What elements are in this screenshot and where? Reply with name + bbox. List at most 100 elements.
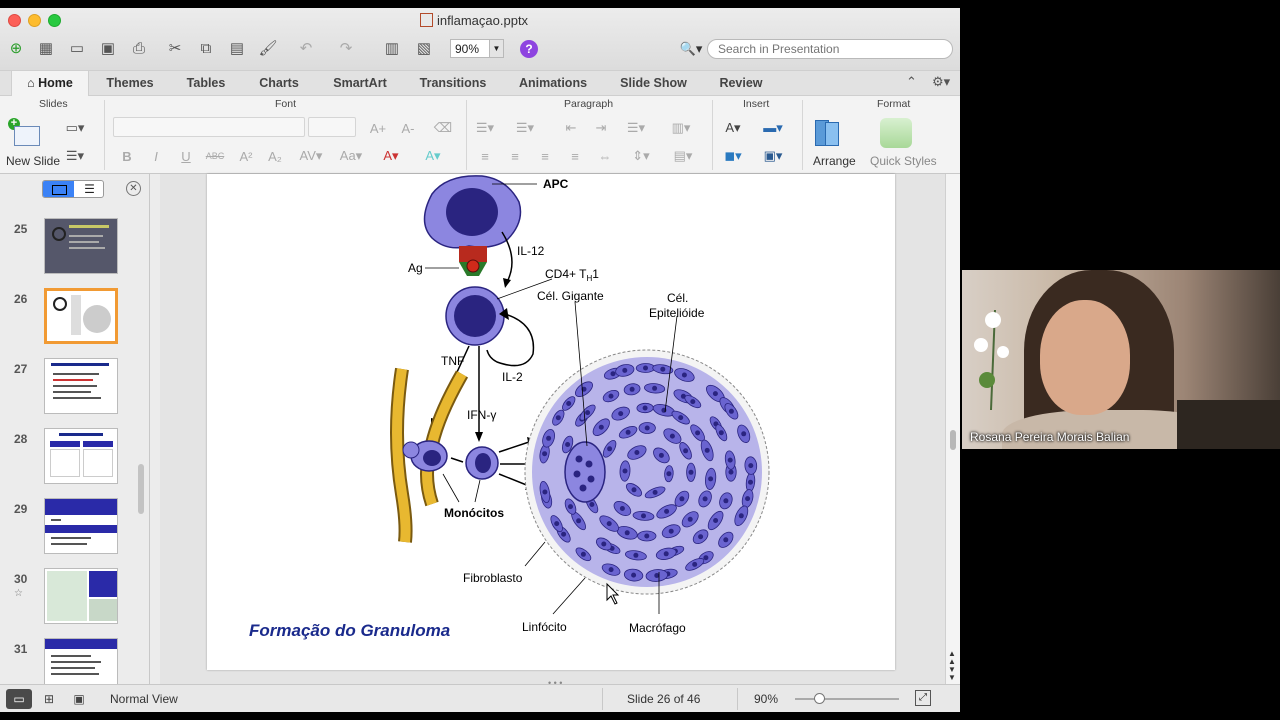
- normal-view-icon[interactable]: ▭: [6, 689, 32, 709]
- maximize-window-button[interactable]: [48, 14, 61, 27]
- thumbnails-scrollbar[interactable]: [138, 464, 144, 514]
- close-panel-icon[interactable]: ✕: [126, 181, 141, 196]
- tab-tables[interactable]: Tables: [175, 71, 237, 96]
- line-spacing-icon[interactable]: ☰▾: [625, 118, 647, 138]
- text-effects-icon[interactable]: A▾: [422, 146, 444, 166]
- columns-icon[interactable]: ▥▾: [670, 118, 692, 138]
- thumbnail-row[interactable]: 31: [0, 638, 149, 684]
- justify-icon[interactable]: ≡: [564, 146, 586, 166]
- thumbnail-row[interactable]: 26: [0, 288, 149, 348]
- zoom-select[interactable]: 90% ▼: [450, 39, 504, 58]
- align-text-icon[interactable]: ▤▾: [672, 146, 694, 166]
- vertical-scrollbar[interactable]: ▲ ▲ ▼ ▼: [945, 174, 960, 684]
- italic-icon[interactable]: I: [145, 146, 167, 166]
- slide-sorter-icon[interactable]: ⊞: [36, 689, 62, 709]
- bold-icon[interactable]: B: [116, 146, 138, 166]
- slides-view-icon[interactable]: [43, 181, 74, 197]
- slide-thumbnail[interactable]: [44, 428, 118, 484]
- tab-review[interactable]: Review: [708, 71, 774, 96]
- slide-thumbnail[interactable]: [44, 218, 118, 274]
- templates-icon[interactable]: ▦: [35, 38, 57, 58]
- cut-icon[interactable]: ✂: [164, 38, 186, 58]
- fit-to-window-icon[interactable]: ⤢: [915, 690, 931, 706]
- decrease-indent-icon[interactable]: ⇤: [560, 118, 582, 138]
- slide-thumbnail[interactable]: [44, 358, 118, 414]
- new-presentation-icon[interactable]: ⊕: [5, 38, 27, 58]
- numbering-icon[interactable]: ☰▾: [514, 118, 536, 138]
- tab-slide-show[interactable]: Slide Show: [609, 71, 698, 96]
- align-right-icon[interactable]: ≡: [534, 146, 556, 166]
- arrange-icon[interactable]: [813, 118, 853, 148]
- tab-home[interactable]: ⌂ Home: [11, 71, 89, 96]
- collapse-ribbon-icon[interactable]: ⌃: [906, 74, 917, 90]
- distribute-icon[interactable]: ⇔: [594, 146, 616, 166]
- slide-navigation-icon[interactable]: ▲ ▲ ▼ ▼: [948, 650, 956, 682]
- slide-layout-icon[interactable]: ▥: [381, 38, 403, 58]
- underline-icon[interactable]: U: [175, 146, 197, 166]
- text-box-icon[interactable]: A▾: [722, 118, 744, 138]
- copy-icon[interactable]: ⧉: [195, 38, 217, 58]
- tab-charts[interactable]: Charts: [247, 71, 311, 96]
- tab-smartart[interactable]: SmartArt: [321, 71, 399, 96]
- slide-thumbnail-selected[interactable]: [44, 288, 118, 344]
- help-icon[interactable]: ?: [520, 40, 538, 58]
- thumbnail-row[interactable]: 25: [0, 218, 149, 278]
- search-input[interactable]: [707, 39, 953, 59]
- zoom-slider-knob[interactable]: [814, 693, 825, 704]
- tab-animations[interactable]: Animations: [507, 71, 599, 96]
- font-color-icon[interactable]: A▾: [380, 146, 402, 166]
- thumbnail-view-toggle[interactable]: ☰: [42, 180, 104, 198]
- outline-view-icon[interactable]: ☰: [74, 181, 103, 197]
- subscript-icon[interactable]: A₂: [264, 146, 286, 166]
- minimize-window-button[interactable]: [28, 14, 41, 27]
- open-folder-icon[interactable]: ▭: [66, 38, 88, 58]
- tab-transitions[interactable]: Transitions: [409, 71, 497, 96]
- ribbon-settings-icon[interactable]: ⚙▾: [932, 74, 950, 90]
- slide-thumbnail[interactable]: [44, 568, 118, 624]
- align-center-icon[interactable]: ≡: [504, 146, 526, 166]
- thumbnail-row[interactable]: 30 ☆: [0, 568, 149, 628]
- media-icon[interactable]: ▣▾: [762, 146, 784, 166]
- align-left-icon[interactable]: ≡: [474, 146, 496, 166]
- slide-show-icon[interactable]: ▣: [66, 689, 92, 709]
- clear-formatting-icon[interactable]: ⌫: [432, 118, 454, 138]
- font-family-select[interactable]: [113, 117, 305, 137]
- quick-styles-icon[interactable]: [880, 118, 912, 148]
- thumbnail-row[interactable]: 29: [0, 498, 149, 558]
- redo-icon[interactable]: ↷: [335, 38, 357, 58]
- thumbnail-row[interactable]: 28: [0, 428, 149, 488]
- undo-icon[interactable]: ↶: [295, 38, 317, 58]
- shape-icon[interactable]: ◼▾: [722, 146, 744, 166]
- slide-number: 30: [14, 572, 28, 586]
- strikethrough-icon[interactable]: ABC: [204, 146, 226, 166]
- font-size-select[interactable]: [308, 117, 356, 137]
- print-icon[interactable]: ⎙: [128, 38, 150, 58]
- section-icon[interactable]: ☰▾: [64, 146, 86, 166]
- bullets-icon[interactable]: ☰▾: [474, 118, 496, 138]
- slide-thumbnail[interactable]: [44, 498, 118, 554]
- format-painter-icon[interactable]: 🖌: [257, 38, 279, 58]
- save-icon[interactable]: ▣: [97, 38, 119, 58]
- search-icon[interactable]: 🔍▾: [675, 39, 707, 59]
- slide-thumbnail[interactable]: [44, 638, 118, 684]
- zoom-slider[interactable]: [795, 693, 899, 704]
- close-window-button[interactable]: [8, 14, 21, 27]
- decrease-font-icon[interactable]: A-: [397, 118, 419, 138]
- scrollbar-thumb[interactable]: [950, 430, 956, 450]
- increase-font-icon[interactable]: A+: [367, 118, 389, 138]
- arrange-button[interactable]: Arrange: [813, 154, 856, 168]
- change-case-icon[interactable]: Aa▾: [340, 146, 362, 166]
- text-direction-icon[interactable]: ⇕▾: [630, 146, 652, 166]
- layout-icon[interactable]: ▭▾: [64, 118, 86, 138]
- paste-icon[interactable]: ▤: [226, 38, 248, 58]
- new-slide-icon[interactable]: +: [8, 118, 44, 148]
- media-browser-icon[interactable]: ▧: [413, 38, 435, 58]
- increase-indent-icon[interactable]: ⇥: [590, 118, 612, 138]
- new-slide-button[interactable]: New Slide: [6, 154, 60, 168]
- picture-icon[interactable]: ▬▾: [762, 118, 784, 138]
- character-spacing-icon[interactable]: AV▾: [300, 146, 323, 166]
- superscript-icon[interactable]: A²: [235, 146, 257, 166]
- tab-themes[interactable]: Themes: [95, 71, 165, 96]
- quick-styles-button[interactable]: Quick Styles: [870, 154, 937, 168]
- thumbnail-row[interactable]: 27: [0, 358, 149, 418]
